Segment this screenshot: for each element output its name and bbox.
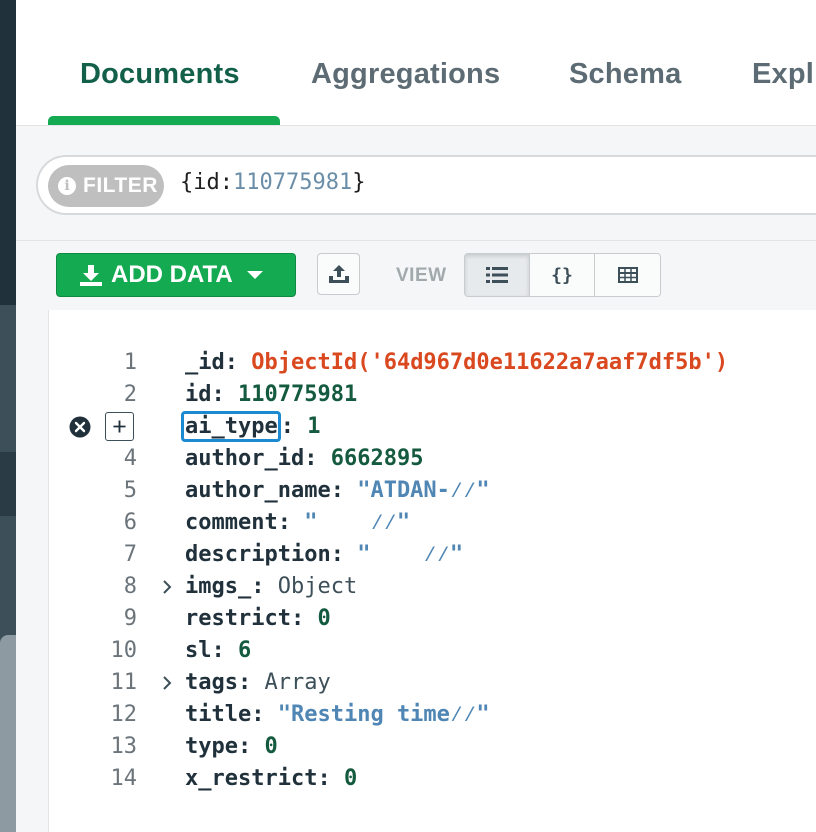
query-bar: i FILTER {id:110775981} xyxy=(16,125,816,241)
line-number: 5 xyxy=(123,478,137,503)
document-field-row[interactable]: 7 description: " ⁄⁄" xyxy=(49,539,816,571)
filter-query-text[interactable]: {id:110775981} xyxy=(180,170,365,195)
info-icon[interactable]: i xyxy=(58,177,76,195)
document-card: 1 _id: ObjectId('64d967d0e11622a7aaf7df5… xyxy=(48,310,816,832)
field-value[interactable]: 1 xyxy=(307,414,320,439)
filter-query-open: {id: xyxy=(180,170,233,195)
line-number: 10 xyxy=(110,638,138,663)
field-value[interactable]: 0 xyxy=(317,606,330,631)
table-view-button[interactable] xyxy=(595,254,660,296)
document-field-row[interactable]: ai_type: 1 xyxy=(49,411,816,443)
field-value[interactable]: 6 xyxy=(238,638,251,663)
field-key[interactable]: sl xyxy=(185,638,212,663)
documents-toolbar: ADD DATA VIEW {} xyxy=(16,240,816,311)
field-value[interactable]: ObjectId('64d967d0e11622a7aaf7df5b') xyxy=(251,350,728,375)
active-tab-indicator xyxy=(48,116,280,125)
filter-label: FILTER xyxy=(83,174,158,197)
add-data-button[interactable]: ADD DATA xyxy=(56,253,296,297)
sidebar-strip xyxy=(0,0,16,832)
field-key[interactable]: description xyxy=(185,542,331,567)
field-value[interactable]: 110775981 xyxy=(238,382,357,407)
chevron-down-icon xyxy=(246,271,263,279)
field-value[interactable]: "Resting time⁄⁄" xyxy=(278,702,490,727)
document-field-row[interactable]: 9 restrict: 0 xyxy=(49,603,816,635)
chevron-right-icon[interactable] xyxy=(161,667,173,699)
line-number: 4 xyxy=(123,446,137,471)
view-switcher: {} xyxy=(464,253,661,297)
filter-query-value: 110775981 xyxy=(232,170,353,195)
document-field-row[interactable]: 14 x_restrict: 0 xyxy=(49,763,816,795)
field-value[interactable]: " ⁄⁄" xyxy=(357,542,463,567)
field-key-editor[interactable]: ai_type xyxy=(181,411,281,442)
field-key[interactable]: _id xyxy=(185,350,225,375)
filter-pill[interactable]: i FILTER xyxy=(48,165,164,207)
line-number: 14 xyxy=(110,766,138,791)
document-field-row[interactable]: 2 id: 110775981 xyxy=(49,379,816,411)
collection-tabs: Documents Aggregations Schema Expl xyxy=(16,0,816,125)
sidebar-active-item[interactable] xyxy=(0,452,16,516)
field-key[interactable]: author_id xyxy=(185,446,304,471)
sidebar-scrollbar[interactable] xyxy=(0,635,16,832)
view-label: VIEW xyxy=(396,265,447,286)
json-view-button[interactable]: {} xyxy=(530,254,595,296)
field-key[interactable]: type xyxy=(185,734,238,759)
export-icon xyxy=(328,265,349,283)
sidebar-dark-section xyxy=(0,0,16,305)
field-key[interactable]: comment xyxy=(185,510,278,535)
add-field-icon[interactable] xyxy=(105,412,134,441)
json-braces-icon: {} xyxy=(551,264,573,286)
document-field-row[interactable]: 10 sl: 6 xyxy=(49,635,816,667)
list-icon xyxy=(486,267,508,283)
document-field-row[interactable]: 13 type: 0 xyxy=(49,731,816,763)
line-number: 1 xyxy=(123,350,137,375)
download-icon xyxy=(80,265,102,286)
tab-aggregations[interactable]: Aggregations xyxy=(311,58,500,91)
field-key[interactable]: author_name xyxy=(185,478,331,503)
field-value[interactable]: Object xyxy=(278,574,357,599)
export-button[interactable] xyxy=(317,253,360,295)
tab-schema[interactable]: Schema xyxy=(569,58,681,91)
line-number: 11 xyxy=(110,670,138,695)
list-view-button[interactable] xyxy=(465,254,530,296)
line-number: 7 xyxy=(123,542,137,567)
delete-field-icon[interactable] xyxy=(69,416,91,438)
tab-explain-plan[interactable]: Expl xyxy=(752,58,814,91)
document-field-row[interactable]: 8 imgs_: Object xyxy=(49,571,816,603)
document-field-row[interactable]: 1 _id: ObjectId('64d967d0e11622a7aaf7df5… xyxy=(49,347,816,379)
field-key[interactable]: x_restrict xyxy=(185,766,317,791)
field-key[interactable]: restrict xyxy=(185,606,291,631)
line-number: 8 xyxy=(123,574,137,599)
filter-query-close: } xyxy=(352,170,366,195)
field-key[interactable]: id xyxy=(185,382,212,407)
field-value[interactable]: Array xyxy=(264,670,330,695)
line-number: 13 xyxy=(110,734,138,759)
document-field-row[interactable]: 12 title: "Resting time⁄⁄" xyxy=(49,699,816,731)
document-field-row[interactable]: 4 author_id: 6662895 xyxy=(49,443,816,475)
tab-documents[interactable]: Documents xyxy=(80,58,240,91)
document-field-row[interactable]: 6 comment: " ⁄⁄" xyxy=(49,507,816,539)
chevron-right-icon[interactable] xyxy=(161,571,173,603)
add-data-label: ADD DATA xyxy=(111,261,233,288)
line-number: 2 xyxy=(123,382,137,407)
filter-input[interactable]: i FILTER {id:110775981} xyxy=(36,155,816,215)
field-value[interactable]: " ⁄⁄" xyxy=(304,510,410,535)
field-value[interactable]: "ATDAN-⁄⁄" xyxy=(357,478,489,503)
document-field-row[interactable]: 5 author_name: "ATDAN-⁄⁄" xyxy=(49,475,816,507)
field-key[interactable]: imgs_ xyxy=(185,574,251,599)
line-number: 12 xyxy=(110,702,138,727)
field-key[interactable]: title xyxy=(185,702,251,727)
field-value[interactable]: 0 xyxy=(344,766,357,791)
field-key[interactable]: tags xyxy=(185,670,238,695)
line-number: 6 xyxy=(123,510,137,535)
table-icon xyxy=(617,267,638,283)
field-value[interactable]: 0 xyxy=(264,734,277,759)
line-number: 9 xyxy=(123,606,137,631)
document-field-row[interactable]: 11 tags: Array xyxy=(49,667,816,699)
field-value[interactable]: 6662895 xyxy=(331,446,424,471)
